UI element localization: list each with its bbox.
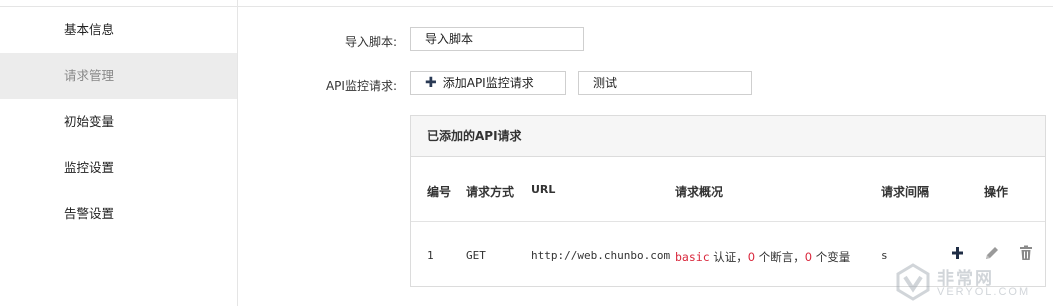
column-header-interval: 请求间隔 — [881, 185, 930, 199]
header-row-divider — [411, 221, 1045, 222]
panel-title: 已添加的API请求 — [411, 116, 1045, 157]
column-header-id: 编号 — [427, 185, 452, 199]
trash-icon[interactable] — [1017, 244, 1035, 262]
sidebar-item-label: 初始变量 — [64, 114, 115, 129]
sidebar-item-label: 请求管理 — [64, 68, 115, 83]
sidebar-item-label: 基本信息 — [64, 22, 115, 37]
summary-assert-count: 0 — [747, 250, 756, 264]
column-header-summary: 请求概况 — [675, 185, 724, 199]
sidebar-item-monitor-settings[interactable]: 监控设置 — [0, 145, 237, 191]
watermark-en-text: VERYOL.COM — [937, 286, 1031, 298]
watermark-logo: 非常网 VERYOL.COM — [893, 262, 1049, 302]
summary-auth-suffix: 认证， — [709, 250, 748, 264]
main-top-divider — [238, 6, 1053, 7]
row-interval: s — [881, 249, 888, 262]
plus-icon: ✚ — [425, 75, 437, 91]
sidebar-item-label: 告警设置 — [64, 206, 115, 221]
sidebar-item-label: 监控设置 — [64, 160, 115, 175]
test-input[interactable]: 测试 — [578, 71, 752, 95]
column-header-method: 请求方式 — [466, 185, 515, 199]
import-script-label: 导入脚本: — [344, 35, 397, 49]
summary-assert-suffix: 个断言， — [755, 250, 805, 264]
import-script-input[interactable]: 导入脚本 — [410, 27, 584, 51]
add-api-request-label: 添加API监控请求 — [442, 76, 534, 90]
sidebar-item-request-management[interactable]: 请求管理 — [0, 53, 237, 99]
add-api-request-button[interactable]: ✚ 添加API监控请求 — [410, 71, 566, 95]
summary-var-suffix: 个变量 — [812, 250, 851, 264]
row-id: 1 — [427, 249, 434, 262]
column-header-url: URL — [531, 183, 556, 196]
row-url: http://web.chunbo.com — [531, 249, 671, 262]
edit-pencil-icon[interactable] — [983, 244, 1001, 262]
summary-var-count: 0 — [804, 250, 813, 264]
column-header-actions: 操作 — [984, 185, 1009, 199]
add-icon[interactable] — [949, 244, 967, 262]
row-method: GET — [466, 249, 486, 262]
sidebar-item-alert-settings[interactable]: 告警设置 — [0, 191, 237, 237]
sidebar-item-basic-info[interactable]: 基本信息 — [0, 7, 237, 53]
row-summary: basic 认证，0 个断言，0 个变量 — [675, 249, 850, 265]
sidebar-item-initial-variables[interactable]: 初始变量 — [0, 99, 237, 145]
watermark-emblem-icon — [896, 263, 930, 301]
summary-auth-type: basic — [675, 250, 710, 264]
sidebar: 基本信息 请求管理 初始变量 监控设置 告警设置 — [0, 0, 238, 306]
api-monitor-label: API监控请求: — [325, 79, 397, 93]
